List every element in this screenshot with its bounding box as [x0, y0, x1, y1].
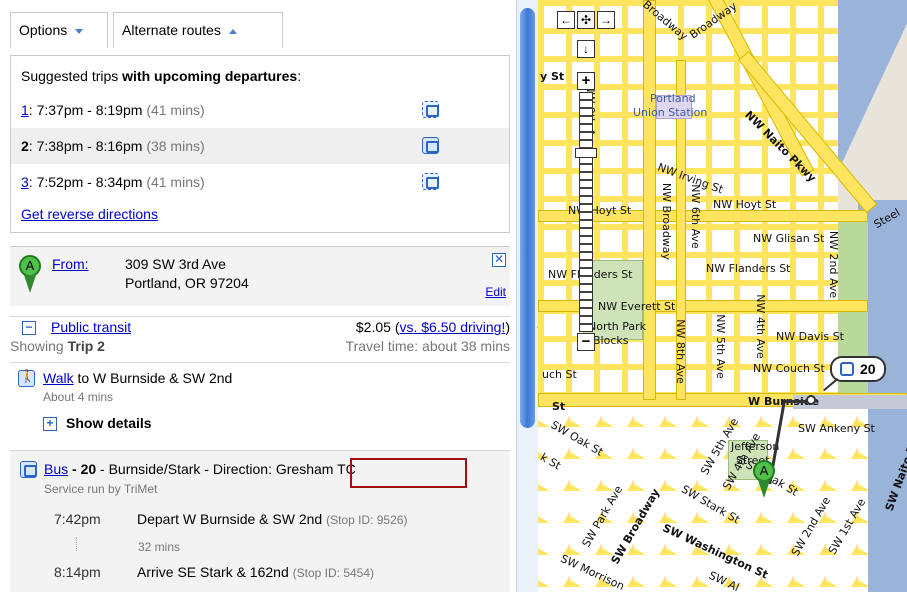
tab-alternate-routes[interactable]: Alternate routes: [113, 12, 283, 48]
transit-icon[interactable]: [422, 101, 439, 118]
bus-icon[interactable]: [422, 137, 439, 154]
bus-direction: Gresham TC: [275, 461, 356, 477]
from-block: A From: 309 SW 3rd Ave Portland, OR 9720…: [10, 246, 510, 306]
pan-right-button[interactable]: →: [597, 11, 615, 29]
direction-highlight-box: [350, 458, 467, 488]
bus-icon: [20, 461, 37, 478]
walk-icon: [18, 369, 35, 387]
map-label: NW Flanders St: [706, 262, 791, 275]
map-label: NW 2nd Ave: [827, 230, 841, 299]
map-label: NW 4th Ave: [753, 294, 767, 359]
scrollbar-thumb[interactable]: [520, 8, 535, 428]
map-label: St: [552, 400, 566, 413]
edit-link[interactable]: Edit: [485, 285, 506, 299]
arrive-text: Arrive SE Stark & 162nd (Stop ID: 5454): [137, 564, 375, 580]
depart-time: 7:42pm: [54, 511, 101, 527]
map-label: y St: [540, 70, 565, 83]
map-label: NW 6th Ave: [688, 184, 702, 249]
map-label: NW 8th Ave: [673, 319, 687, 384]
walk-duration: About 4 mins: [43, 390, 114, 404]
zoom-out-button[interactable]: −: [577, 333, 595, 351]
bus-icon: [840, 362, 854, 376]
bus-link[interactable]: Bus: [44, 461, 68, 477]
map-label: NW Broadway: [660, 182, 674, 261]
ride-duration: 32 mins: [138, 540, 181, 554]
map-marker-a-icon[interactable]: A: [753, 460, 775, 482]
expand-icon[interactable]: +: [43, 417, 57, 431]
directions-panel: Options Alternate routes Suggested trips…: [0, 0, 516, 592]
map-label: NW Davis St: [776, 330, 844, 343]
pan-center-button[interactable]: ✣: [577, 11, 595, 29]
walk-step: Walk to W Burnside & SW 2nd About 4 mins…: [10, 362, 510, 442]
compare-driving-link[interactable]: vs. $6.50 driving!: [399, 319, 505, 335]
trip-1-link[interactable]: 1: [21, 102, 29, 118]
route-stop: [806, 395, 816, 405]
from-address-line2: Portland, OR 97204: [125, 275, 249, 291]
show-details[interactable]: Show details: [66, 415, 152, 431]
showing-trip: Showing Trip 2: [10, 338, 105, 354]
trip-option-3[interactable]: 3: 7:52pm - 8:34pm (41 mins): [11, 164, 509, 200]
trip-3-link[interactable]: 3: [21, 174, 29, 190]
transit-summary: − Public transit $2.05 (vs. $6.50 drivin…: [10, 316, 510, 356]
zoom-in-button[interactable]: +: [577, 72, 595, 90]
map-label: NW Hoyt St: [713, 198, 777, 211]
pan-down-button[interactable]: ↓: [577, 40, 595, 58]
suggested-trips-box: Suggested trips with upcoming departures…: [10, 55, 510, 233]
collapse-icon[interactable]: −: [22, 321, 36, 335]
trip-cost: $2.05 (vs. $6.50 driving!): [355, 319, 510, 335]
from-address-line1: 309 SW 3rd Ave: [125, 256, 226, 272]
map-label: SW Ankeny St: [798, 422, 875, 435]
close-icon[interactable]: ✕: [492, 253, 506, 267]
map-label: NW Hoyt St: [568, 204, 632, 217]
zoom-slider-handle[interactable]: [575, 148, 597, 158]
tab-options[interactable]: Options: [10, 12, 108, 48]
map-marker-tail: [758, 480, 770, 498]
marker-a-icon: A: [19, 255, 41, 277]
transit-icon[interactable]: [422, 173, 439, 190]
chevron-down-icon: [75, 28, 84, 34]
pan-left-button[interactable]: ←: [557, 11, 575, 29]
public-transit-link[interactable]: Public transit: [51, 319, 131, 335]
map-label: Jefferson: [731, 440, 780, 453]
depart-text: Depart W Burnside & SW 2nd (Stop ID: 952…: [137, 511, 408, 527]
bus-operator: Service run by TriMet: [44, 482, 158, 496]
ride-divider: [76, 537, 77, 551]
map-label: Portland: [650, 92, 696, 105]
map-label: NW Glisan St: [753, 232, 825, 245]
map-label: NW 5th Ave: [713, 314, 727, 379]
map-label: Blocks: [593, 334, 629, 347]
travel-time: Travel time: about 38 mins: [345, 338, 510, 354]
map-label: uch St: [542, 368, 577, 381]
map-label: Union Station: [633, 106, 708, 119]
trips-heading: Suggested trips with upcoming departures…: [21, 68, 302, 84]
trip-option-2[interactable]: 2: 7:38pm - 8:16pm (38 mins): [11, 128, 509, 164]
scrollbar[interactable]: [516, 0, 538, 592]
map-label: NW Couch St: [753, 362, 825, 375]
walk-instruction: Walk to W Burnside & SW 2nd: [43, 370, 233, 386]
bus-instruction: Bus - 20 - Burnside/Stark - Direction: G…: [44, 461, 356, 477]
map-view[interactable]: Broadway Broadway y St Portland Union St…: [538, 0, 907, 592]
bus-route-badge[interactable]: 20: [830, 356, 886, 382]
from-link[interactable]: From:: [52, 256, 89, 272]
road-broadway: [643, 0, 656, 400]
reverse-directions-link[interactable]: Get reverse directions: [21, 206, 158, 222]
zoom-slider[interactable]: [579, 92, 593, 332]
walk-link[interactable]: Walk: [43, 370, 74, 386]
map-label: North Park: [588, 320, 647, 333]
map-label: NW Everett St: [598, 300, 676, 313]
marker-tail: [24, 275, 36, 293]
trip-option-1[interactable]: 1: 7:37pm - 8:19pm (41 mins): [11, 92, 509, 128]
chevron-up-icon: [228, 28, 237, 34]
arrive-time: 8:14pm: [54, 564, 101, 580]
